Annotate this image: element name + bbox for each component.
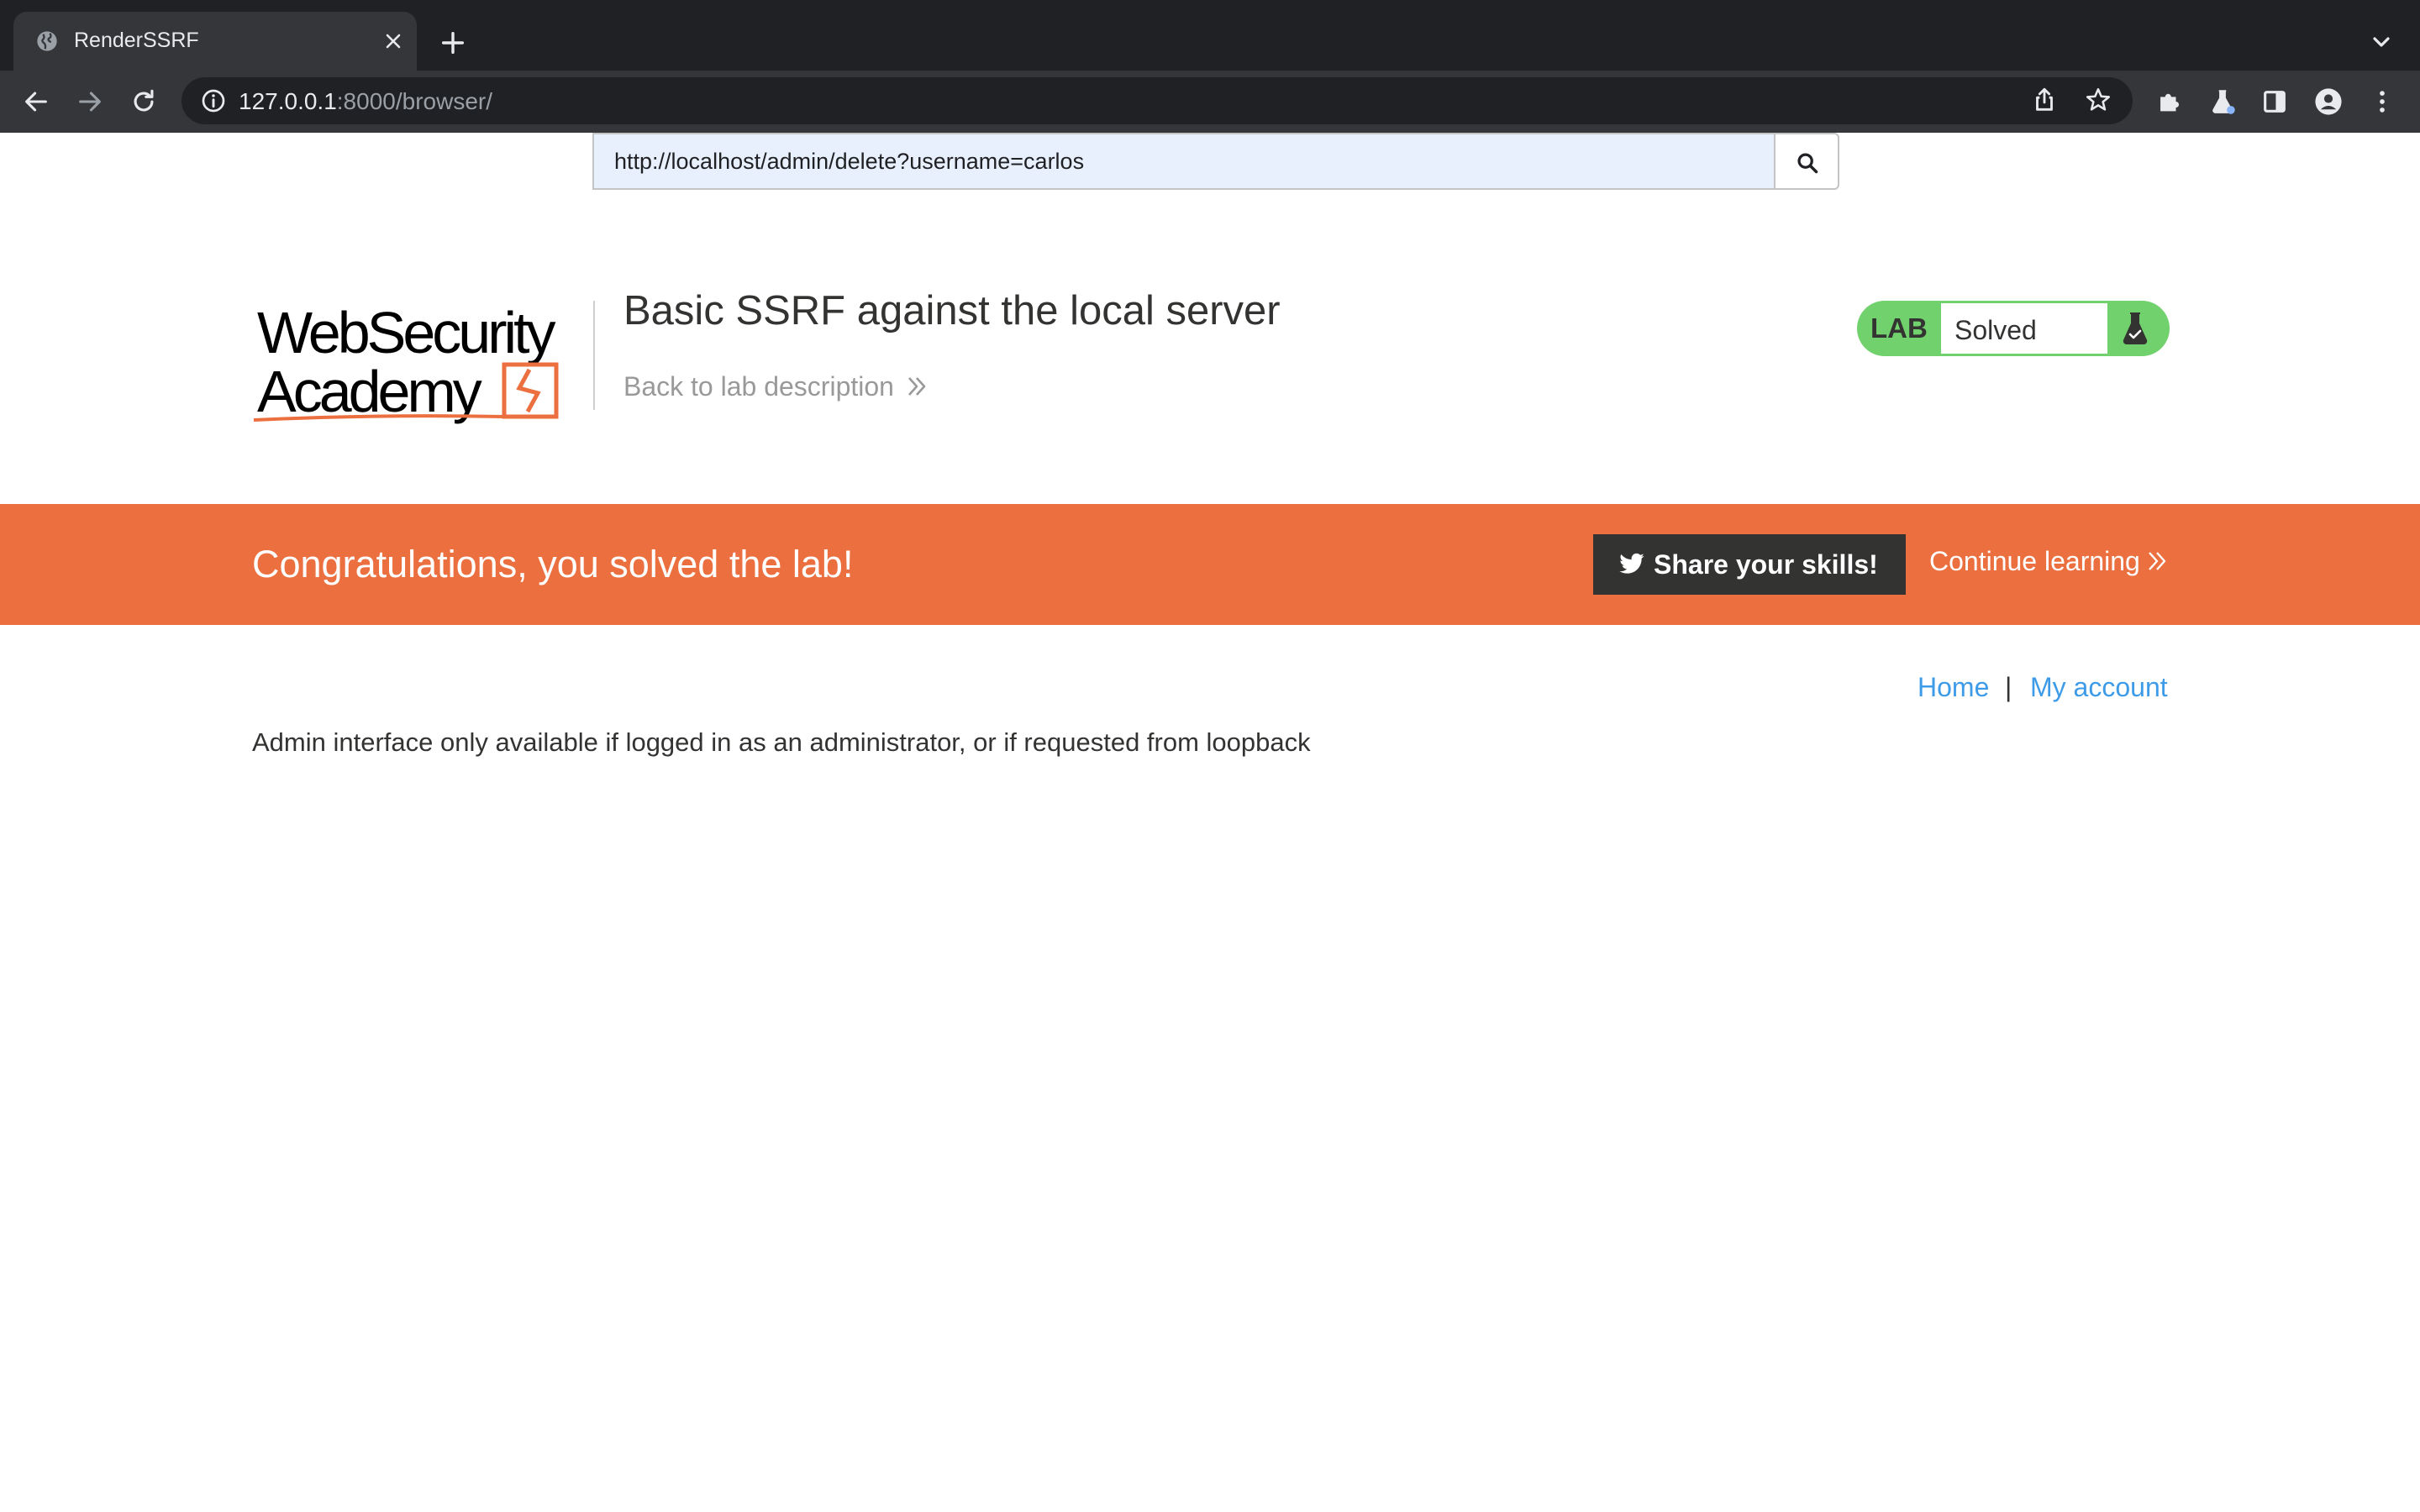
twitter-icon	[1619, 553, 1644, 574]
fetch-url-form	[592, 133, 1839, 190]
share-skills-label: Share your skills!	[1654, 549, 1878, 580]
kebab-menu-icon[interactable]	[2368, 87, 2396, 116]
tab-title: RenderSSRF	[74, 29, 199, 52]
nav-separator: |	[2005, 672, 2012, 702]
back-arrow-icon[interactable]	[22, 87, 50, 116]
logo-line-1: WebSecurity	[257, 300, 556, 365]
lab-title: Basic SSRF against the local server	[623, 288, 1281, 333]
double-chevron-right-icon[interactable]	[906, 373, 929, 400]
browser-tab-strip: RenderSSRF	[0, 0, 2420, 71]
star-icon[interactable]	[2084, 86, 2112, 114]
lab-status-label: LAB	[1870, 312, 1928, 344]
solved-message: Congratulations, you solved the lab!	[252, 543, 854, 585]
share-icon[interactable]	[2030, 86, 2059, 114]
share-skills-button[interactable]: Share your skills!	[1593, 534, 1906, 595]
nav-my-account-link[interactable]: My account	[2030, 672, 2168, 703]
search-icon	[1797, 153, 1818, 174]
globe-icon	[37, 31, 57, 51]
page-content: WebSecurity Academy Basic SSRF against t…	[0, 133, 2420, 1512]
lab-status-state-box: Solved	[1941, 303, 2107, 354]
url-path: :8000/browser/	[336, 88, 492, 114]
reload-icon[interactable]	[129, 87, 158, 116]
logo-divider	[593, 301, 595, 410]
browser-tab[interactable]: RenderSSRF	[13, 12, 417, 71]
forward-arrow-icon[interactable]	[76, 87, 104, 116]
side-panel-icon[interactable]	[2260, 87, 2289, 116]
plus-icon[interactable]	[439, 29, 467, 57]
nav-home-link[interactable]: Home	[1918, 672, 1989, 703]
address-url: 127.0.0.1:8000/browser/	[239, 88, 492, 115]
back-to-lab-description-link[interactable]: Back to lab description	[623, 371, 894, 402]
double-chevron-right-icon[interactable]	[2146, 548, 2170, 575]
fetch-button[interactable]	[1774, 133, 1839, 190]
lab-status-widget: LAB Solved	[1857, 301, 2170, 356]
puzzle-icon[interactable]	[2154, 87, 2183, 116]
info-icon[interactable]	[200, 87, 227, 114]
url-host: 127.0.0.1	[239, 88, 337, 114]
profile-icon[interactable]	[2314, 87, 2343, 116]
solved-banner: Congratulations, you solved the lab! Sha…	[0, 504, 2420, 625]
lab-status-state: Solved	[1954, 315, 2037, 345]
fetch-url-input[interactable]	[592, 133, 1776, 190]
chevron-down-icon[interactable]	[2368, 29, 2395, 55]
flask-icon[interactable]	[2208, 87, 2237, 116]
close-icon[interactable]	[381, 29, 405, 53]
admin-interface-message: Admin interface only available if logged…	[252, 727, 1311, 757]
continue-learning-link[interactable]: Continue learning	[1929, 546, 2140, 577]
address-bar[interactable]: 127.0.0.1:8000/browser/	[182, 77, 2133, 124]
browser-toolbar: 127.0.0.1:8000/browser/	[0, 71, 2420, 133]
flask-icon	[2123, 312, 2148, 344]
